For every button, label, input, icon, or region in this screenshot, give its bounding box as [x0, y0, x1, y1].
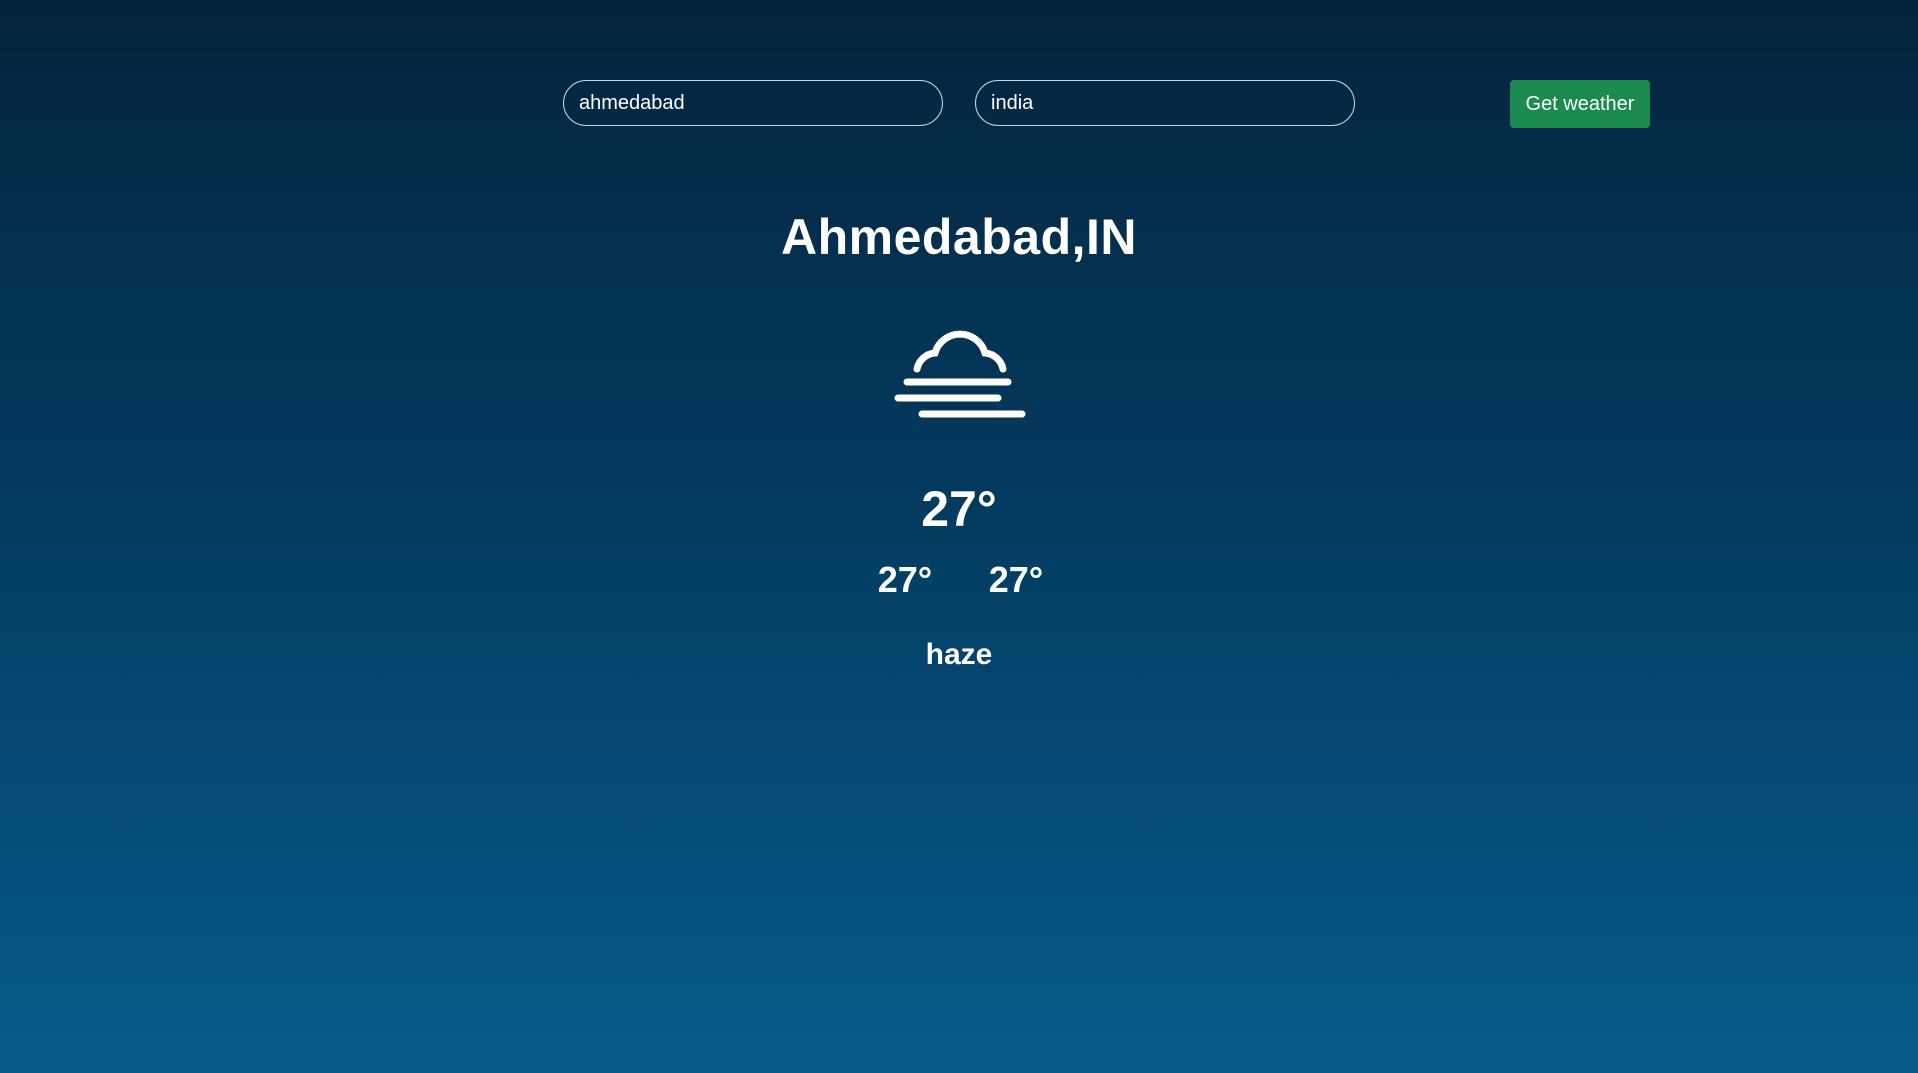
haze-icon	[894, 330, 1026, 418]
current-temperature: 27°	[921, 481, 997, 537]
city-input[interactable]	[563, 80, 943, 126]
country-input[interactable]	[975, 80, 1355, 126]
temperature-range: 27° 27°	[0, 559, 1918, 603]
get-weather-button[interactable]: Get weather	[1510, 80, 1650, 128]
weather-description: haze	[925, 638, 993, 671]
location-title: Ahmedabad,IN	[780, 209, 1138, 265]
search-bar: Get weather	[0, 80, 1918, 128]
max-temperature: 27°	[988, 559, 1044, 600]
min-temperature: 27°	[877, 559, 933, 600]
